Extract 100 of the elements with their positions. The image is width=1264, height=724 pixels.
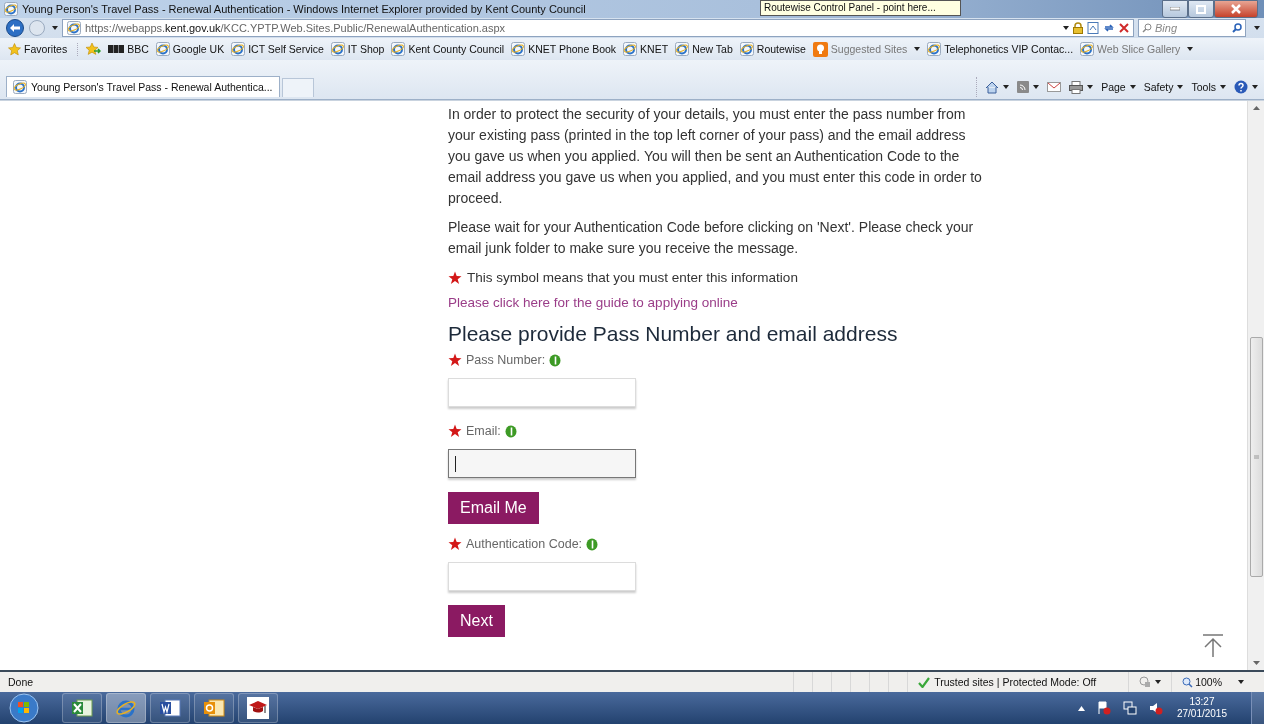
scroll-up-icon[interactable] bbox=[1252, 106, 1260, 110]
caret-icon bbox=[1003, 85, 1010, 89]
browser-tab[interactable]: Young Person's Travel Pass - Renewal Authentica... bbox=[6, 76, 280, 97]
home-button[interactable] bbox=[985, 80, 1010, 94]
popup-icon bbox=[1139, 676, 1152, 688]
back-to-top-icon[interactable] bbox=[1202, 634, 1224, 658]
graduation-cap-app-icon bbox=[247, 697, 269, 719]
field-label: Email: bbox=[466, 422, 501, 440]
maximize-button[interactable] bbox=[1188, 0, 1214, 18]
taskbar-button[interactable] bbox=[150, 693, 190, 723]
favorite-link[interactable]: KNET bbox=[623, 42, 669, 56]
favorite-link[interactable]: Telephonetics VIP Contac... bbox=[927, 42, 1074, 56]
minimize-button[interactable] bbox=[1162, 0, 1188, 18]
feeds-button[interactable] bbox=[1017, 81, 1040, 93]
home-icon bbox=[985, 80, 1000, 94]
close-icon bbox=[1231, 4, 1241, 14]
clock[interactable]: 13:27 27/01/2015 bbox=[1176, 696, 1227, 720]
checkmark-icon bbox=[918, 676, 931, 688]
add-favorite-icon[interactable] bbox=[85, 42, 102, 56]
command-menu[interactable]: Tools bbox=[1191, 81, 1226, 93]
required-star-icon bbox=[448, 424, 462, 438]
page-icon bbox=[330, 42, 345, 56]
caret-icon bbox=[52, 26, 58, 30]
page-icon bbox=[511, 42, 526, 56]
submit-button[interactable]: Email Me bbox=[448, 492, 539, 524]
instruction-paragraph: Please wait for your Authentication Code before clicking on 'Next'. Please check your email junk folder to make sure you receive the message. bbox=[448, 218, 975, 258]
start-button[interactable] bbox=[8, 693, 40, 723]
favorite-link[interactable]: Web Slice Gallery bbox=[1080, 42, 1194, 56]
security-zone[interactable]: Trusted sites | Protected Mode: Off bbox=[934, 676, 1097, 688]
search-field[interactable]: Bing bbox=[1138, 19, 1246, 37]
grip-icon bbox=[1253, 454, 1259, 460]
refresh-icon[interactable] bbox=[1103, 22, 1115, 34]
input-field[interactable] bbox=[448, 449, 636, 478]
help-button[interactable] bbox=[1234, 80, 1258, 94]
network-icon[interactable] bbox=[1122, 701, 1137, 715]
favorite-link[interactable]: Routewise bbox=[739, 42, 806, 56]
print-button[interactable] bbox=[1069, 80, 1094, 94]
info-icon[interactable] bbox=[549, 353, 562, 367]
instruction-paragraph: In order to protect the security of your details, you must enter the pass number from your existing pass (printed in the top left corner of your pass) and the email address you gave us when you applied. You will then be sent an Authentication Code to the email address you gave us when you applied, and you must enter this code in order to proceed. bbox=[448, 105, 983, 208]
caret-icon bbox=[1220, 85, 1226, 89]
tooltip: Routewise Control Panel - point here... bbox=[760, 0, 961, 16]
mail-app-icon bbox=[203, 698, 225, 718]
required-star-icon bbox=[448, 270, 462, 285]
mail-icon[interactable] bbox=[1047, 82, 1062, 92]
magnifier-icon bbox=[1182, 676, 1194, 688]
favorite-link[interactable]: IT Shop bbox=[330, 42, 385, 56]
status-text: Done bbox=[8, 676, 34, 688]
popup-settings-button[interactable] bbox=[1139, 676, 1162, 688]
bbc-blocks-icon bbox=[108, 45, 125, 53]
page-icon bbox=[13, 80, 27, 94]
caret-icon bbox=[1252, 85, 1258, 89]
caret-icon bbox=[1129, 85, 1136, 89]
taskbar-button[interactable] bbox=[62, 693, 102, 723]
caret-icon bbox=[1087, 85, 1094, 89]
scroll-down-icon[interactable] bbox=[1252, 661, 1260, 665]
text-cursor bbox=[455, 455, 456, 472]
info-icon[interactable] bbox=[504, 424, 517, 438]
favorite-link[interactable]: Google UK bbox=[155, 42, 225, 56]
favorites-button[interactable]: Favorites bbox=[8, 42, 79, 56]
stop-icon[interactable] bbox=[1119, 23, 1129, 33]
guide-link[interactable]: Please click here for the guide to applying online bbox=[448, 292, 738, 313]
scroll-thumb[interactable] bbox=[1249, 337, 1263, 577]
caret-icon bbox=[1063, 26, 1069, 30]
ie-icon bbox=[4, 2, 18, 16]
caret-icon bbox=[1187, 47, 1194, 51]
back-button[interactable] bbox=[4, 19, 26, 37]
show-hidden-icons[interactable] bbox=[1077, 705, 1085, 711]
favorite-link[interactable]: KNET Phone Book bbox=[511, 42, 617, 56]
info-icon[interactable] bbox=[586, 537, 599, 551]
favorite-link[interactable]: Kent County Council bbox=[391, 42, 505, 56]
zoom-button[interactable]: 100% bbox=[1182, 676, 1222, 688]
favorite-link[interactable]: BBC bbox=[108, 43, 149, 55]
flag-icon[interactable] bbox=[1096, 701, 1111, 715]
favorite-link[interactable]: ICT Self Service bbox=[231, 42, 324, 56]
padlock-icon[interactable] bbox=[1073, 22, 1083, 34]
page-icon bbox=[67, 21, 81, 35]
submit-button[interactable]: Next bbox=[448, 605, 505, 637]
suggestion-icon bbox=[812, 41, 828, 57]
search-icon[interactable] bbox=[1232, 23, 1242, 33]
taskbar-button[interactable] bbox=[238, 693, 278, 723]
window-title: Young Person's Travel Pass - Renewal Authentication - Windows Internet Explorer provided by Kent County Council bbox=[22, 3, 586, 15]
page-icon bbox=[391, 42, 406, 56]
page-icon bbox=[739, 42, 754, 56]
taskbar-button[interactable] bbox=[194, 693, 234, 723]
compatibility-icon[interactable] bbox=[1087, 22, 1099, 34]
command-menu[interactable]: Safety bbox=[1143, 81, 1184, 93]
page-icon bbox=[1080, 42, 1095, 56]
favorite-link[interactable]: Suggested Sites bbox=[812, 41, 921, 57]
caret-icon bbox=[1033, 85, 1040, 89]
close-button[interactable] bbox=[1214, 0, 1258, 18]
speaker-muted-icon[interactable] bbox=[1148, 701, 1163, 715]
favorite-link[interactable]: New Tab bbox=[675, 42, 733, 56]
help-icon bbox=[1234, 80, 1248, 94]
address-field[interactable]: https://webapps.kent.gov.uk/KCC.YPTP.Web.Sites.Public/RenewalAuthentication.aspx bbox=[62, 19, 1134, 37]
maximize-icon bbox=[1196, 4, 1206, 14]
search-icon bbox=[1142, 23, 1152, 33]
field-label: Authentication Code: bbox=[466, 535, 583, 553]
command-menu[interactable]: Page bbox=[1101, 81, 1136, 93]
star-icon bbox=[8, 42, 21, 56]
minimize-icon bbox=[1170, 7, 1180, 11]
